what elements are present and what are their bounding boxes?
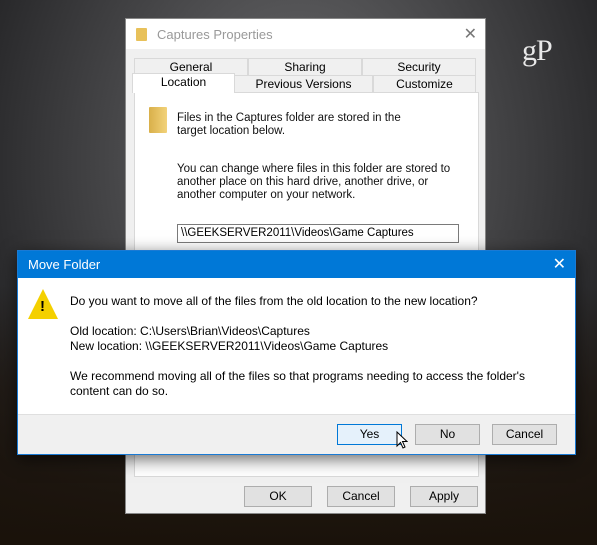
ok-button[interactable]: OK	[244, 486, 312, 507]
mouse-cursor-icon	[396, 431, 408, 449]
tab-previous-versions[interactable]: Previous Versions	[234, 75, 373, 93]
yes-button[interactable]: Yes	[337, 424, 402, 445]
folder-icon	[149, 107, 167, 133]
cancel-button[interactable]: Cancel	[492, 424, 557, 445]
new-location-text: New location: \\GEEKSERVER2011\Videos\Ga…	[70, 339, 389, 353]
dialog-title: Move Folder	[28, 257, 101, 272]
recommend-text: We recommend moving all of the files so …	[70, 369, 525, 398]
old-location-text: Old location: C:\Users\Brian\Videos\Capt…	[70, 324, 310, 338]
tab-sharing[interactable]: Sharing	[248, 58, 362, 76]
title-bar: Move Folder ✕	[18, 251, 575, 278]
window-title: Captures Properties	[157, 26, 273, 42]
close-icon[interactable]: ✕	[464, 24, 477, 44]
location-path-input[interactable]: \\GEEKSERVER2011\Videos\Game Captures	[177, 224, 459, 243]
dialog-footer: Yes No Cancel	[18, 414, 575, 454]
close-icon[interactable]: ✕	[553, 251, 566, 278]
title-bar: Captures Properties ✕	[126, 19, 485, 49]
move-folder-dialog: Move Folder ✕ ! Do you want to move all …	[17, 250, 576, 455]
no-button[interactable]: No	[415, 424, 480, 445]
info-text: Files in the Captures folder are stored …	[177, 112, 401, 137]
tab-location[interactable]: Location	[132, 73, 235, 93]
tab-customize[interactable]: Customize	[373, 75, 476, 93]
warning-icon: !	[28, 289, 58, 319]
dialog-body: ! Do you want to move all of the files f…	[18, 278, 575, 414]
help-text: You can change where files in this folde…	[177, 163, 451, 201]
tab-security[interactable]: Security	[362, 58, 476, 76]
question-text: Do you want to move all of the files fro…	[70, 294, 478, 308]
cancel-button[interactable]: Cancel	[327, 486, 395, 507]
gp-logo: gP	[522, 34, 553, 67]
folder-icon	[136, 27, 147, 41]
apply-button[interactable]: Apply	[410, 486, 478, 507]
